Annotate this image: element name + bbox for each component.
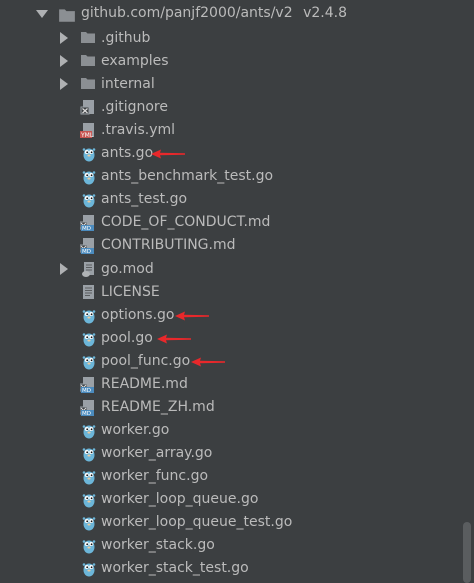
tree-row-worker-array-go[interactable]: worker_array.go	[0, 442, 460, 465]
tree-row-label: CONTRIBUTING.md	[101, 237, 236, 253]
folder-icon	[81, 55, 95, 66]
tree-row-label: ants_benchmark_test.go	[101, 168, 274, 184]
tree-row-label: .travis.yml	[101, 122, 176, 138]
tree-row-ants-benchmark-test-go[interactable]: ants_benchmark_test.go	[0, 165, 460, 188]
gopher-icon	[82, 517, 96, 531]
gopher-icon	[82, 356, 96, 370]
markdown-file-icon: MD	[80, 238, 94, 255]
tree-row-pool-go[interactable]: pool.go	[0, 327, 460, 350]
tree-row-label: ants.go	[101, 145, 154, 161]
tree-row-readme-zh-md[interactable]: MD README_ZH.md	[0, 396, 460, 419]
gopher-icon	[82, 563, 96, 577]
tree-row-label: examples	[101, 53, 169, 69]
module-folder-icon	[59, 9, 75, 22]
gopher-icon	[82, 494, 96, 508]
tree-row-pool-func-go[interactable]: pool_func.go	[0, 350, 460, 373]
tree-row-code-of-conduct-md[interactable]: MD CODE_OF_CONDUCT.md	[0, 211, 460, 234]
red-arrow-annotation-icon	[191, 357, 225, 367]
tree-row-ants-go[interactable]: ants.go	[0, 142, 460, 165]
expand-arrow-icon[interactable]	[60, 263, 68, 275]
folder-icon	[81, 78, 95, 89]
svg-text:MD: MD	[82, 411, 91, 417]
tree-row-ants-test-go[interactable]: ants_test.go	[0, 188, 460, 211]
tree-row-label: worker_func.go	[101, 468, 209, 484]
scrollbar-track[interactable]	[460, 0, 474, 583]
tree-row-label: worker_loop_queue_test.go	[101, 514, 293, 530]
gopher-icon	[82, 448, 96, 462]
tree-row-contributing-md[interactable]: MD CONTRIBUTING.md	[0, 234, 460, 257]
go-mod-file-icon	[82, 262, 94, 277]
tree-row-label: worker_loop_queue.go	[101, 491, 259, 507]
folder-icon	[81, 32, 95, 43]
tree-row-label: internal	[101, 76, 155, 92]
svg-text:MD: MD	[82, 226, 91, 232]
gopher-icon	[82, 310, 96, 324]
tree-row-label: README.md	[101, 376, 188, 392]
expand-arrow-icon[interactable]	[60, 32, 68, 44]
gopher-icon	[82, 171, 96, 185]
red-arrow-annotation-icon	[157, 334, 191, 344]
gopher-icon	[82, 471, 96, 485]
tree-row-label: pool.go	[101, 330, 153, 346]
tree-row-worker-stack-go[interactable]: worker_stack.go	[0, 534, 460, 557]
tree-row-github[interactable]: .github	[0, 27, 460, 50]
tree-row-label: go.mod	[101, 261, 154, 277]
tree-row-root[interactable]: github.com/panjf2000/ants/v2 v2.4.8	[0, 2, 460, 25]
markdown-file-icon: MD	[80, 377, 94, 394]
tree-row-label: .gitignore	[101, 99, 168, 115]
project-tree: github.com/panjf2000/ants/v2 v2.4.8 .git…	[0, 0, 474, 583]
gopher-icon	[82, 425, 96, 439]
tree-row-label: worker_stack_test.go	[101, 560, 249, 576]
markdown-file-icon: MD	[80, 215, 94, 232]
tree-row-go-mod[interactable]: go.mod	[0, 258, 460, 281]
tree-row-travis-yml[interactable]: YML .travis.yml	[0, 119, 460, 142]
yaml-file-icon: YML	[80, 123, 94, 139]
tree-row-readme-md[interactable]: MD README.md	[0, 373, 460, 396]
gitignore-file-icon	[80, 100, 94, 115]
gopher-icon	[82, 540, 96, 554]
tree-row-worker-loop-queue-test-go[interactable]: worker_loop_queue_test.go	[0, 511, 460, 534]
tree-row-label: .github	[101, 30, 151, 46]
tree-row-examples[interactable]: examples	[0, 50, 460, 73]
tree-row-label: worker_stack.go	[101, 537, 215, 553]
gopher-icon	[82, 148, 96, 162]
svg-text:YML: YML	[80, 132, 94, 139]
expand-arrow-icon[interactable]	[60, 78, 68, 90]
red-arrow-annotation-icon	[151, 149, 185, 159]
tree-row-label: ants_test.go	[101, 191, 188, 207]
tree-row-internal[interactable]: internal	[0, 73, 460, 96]
gopher-icon	[82, 333, 96, 347]
version-label: v2.4.8	[303, 5, 347, 21]
gopher-icon	[82, 194, 96, 208]
tree-row-options-go[interactable]: options.go	[0, 304, 460, 327]
tree-row-label: options.go	[101, 307, 175, 323]
tree-row-worker-func-go[interactable]: worker_func.go	[0, 465, 460, 488]
scrollbar-thumb[interactable]	[463, 522, 471, 583]
root-path-label: github.com/panjf2000/ants/v2	[81, 5, 293, 21]
tree-row-label: github.com/panjf2000/ants/v2 v2.4.8	[81, 5, 347, 21]
expand-arrow-icon[interactable]	[36, 10, 48, 18]
svg-text:MD: MD	[82, 388, 91, 394]
tree-row-worker-go[interactable]: worker.go	[0, 419, 460, 442]
tree-row-label: worker.go	[101, 422, 170, 438]
tree-row-gitignore[interactable]: .gitignore	[0, 96, 460, 119]
tree-row-label: worker_array.go	[101, 445, 213, 461]
svg-text:MD: MD	[82, 249, 91, 255]
tree-row-label: LICENSE	[101, 284, 160, 300]
expand-arrow-icon[interactable]	[60, 55, 68, 67]
tree-row-label: pool_func.go	[101, 353, 191, 369]
text-file-icon	[83, 285, 94, 299]
tree-row-label: README_ZH.md	[101, 399, 215, 415]
tree-row-worker-loop-queue-go[interactable]: worker_loop_queue.go	[0, 488, 460, 511]
red-arrow-annotation-icon	[175, 311, 209, 321]
tree-row-label: CODE_OF_CONDUCT.md	[101, 214, 271, 230]
tree-row-license[interactable]: LICENSE	[0, 281, 460, 304]
tree-row-worker-stack-test-go[interactable]: worker_stack_test.go	[0, 557, 460, 580]
markdown-file-icon: MD	[80, 400, 94, 417]
